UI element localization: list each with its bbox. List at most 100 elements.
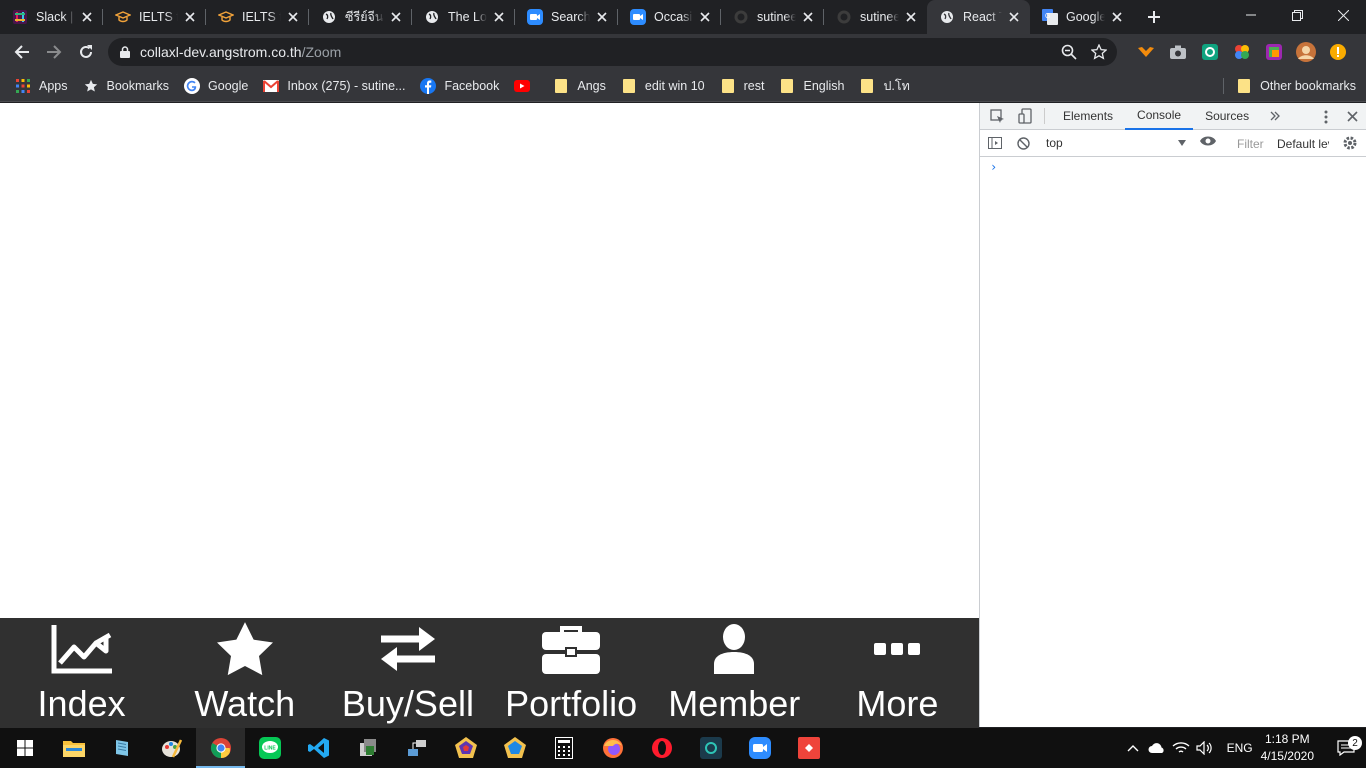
vpn-icon[interactable] — [686, 728, 735, 768]
anydesk-icon[interactable] — [784, 728, 833, 768]
eye-icon[interactable] — [1200, 135, 1216, 150]
nav-item-buy-sell[interactable]: Buy/Sell — [326, 618, 489, 728]
bookmark-youtube[interactable] — [514, 78, 538, 94]
console-prompt[interactable]: › — [980, 157, 1366, 174]
onedrive-icon[interactable] — [1145, 742, 1169, 754]
start-button[interactable] — [0, 728, 49, 768]
other-bookmarks[interactable]: Other bookmarks — [1223, 70, 1356, 101]
zoom-icon[interactable] — [735, 728, 784, 768]
app-pentagon-icon[interactable] — [441, 728, 490, 768]
nav-item-watch[interactable]: Watch — [163, 618, 326, 728]
nav-item-index[interactable]: Index — [0, 618, 163, 728]
close-window-button[interactable] — [1320, 0, 1366, 30]
browser-tab[interactable]: The Lov — [412, 0, 515, 34]
devtools-tabbar: Elements Console Sources — [980, 103, 1366, 130]
browser-tab[interactable]: ซีรีย์จีน — [309, 0, 412, 34]
wifi-icon[interactable] — [1169, 741, 1193, 755]
bookmark-facebook[interactable]: Facebook — [420, 77, 499, 94]
bookmark-folder-edit-win-10[interactable]: edit win 10 — [621, 78, 705, 94]
close-icon[interactable] — [903, 9, 919, 25]
close-icon[interactable] — [388, 9, 404, 25]
calculator-icon[interactable] — [539, 728, 588, 768]
extension-green-icon[interactable] — [1194, 38, 1226, 66]
profile-avatar[interactable] — [1290, 38, 1322, 66]
network-icon[interactable] — [392, 728, 441, 768]
extension-palette-icon[interactable] — [1258, 38, 1290, 66]
close-icon[interactable] — [285, 9, 301, 25]
context-selector[interactable]: top — [1046, 136, 1186, 150]
filter-input[interactable]: Filter — [1232, 134, 1268, 153]
extension-orange-icon[interactable] — [1130, 38, 1162, 66]
line-icon[interactable]: LINE — [245, 728, 294, 768]
vscode-icon[interactable] — [294, 728, 343, 768]
bookmark-folder-master[interactable]: ป.โท — [859, 76, 910, 96]
nav-item-member[interactable]: Member — [653, 618, 816, 728]
kebab-menu-icon[interactable] — [1312, 103, 1339, 130]
settings-gear-icon[interactable] — [1342, 135, 1358, 154]
bookmark-gmail[interactable]: Inbox (275) - sutine... — [263, 78, 405, 94]
bookmark-folder-angs[interactable]: Angs — [553, 78, 606, 94]
bookmark-google[interactable]: Google — [184, 77, 248, 94]
close-icon[interactable] — [79, 9, 95, 25]
address-bar[interactable]: collaxl-dev.angstrom.co.th/Zoom — [108, 38, 1117, 66]
browser-tab[interactable]: sutinee — [824, 0, 927, 34]
tab-elements[interactable]: Elements — [1051, 103, 1125, 130]
back-button[interactable] — [6, 38, 38, 66]
browser-tab[interactable]: IELTS fo — [103, 0, 206, 34]
more-tabs-chevron-icon[interactable] — [1261, 111, 1288, 121]
browser-tab[interactable]: Search — [515, 0, 618, 34]
browser-tab-active[interactable]: React T — [927, 0, 1030, 34]
new-tab-button[interactable] — [1139, 2, 1169, 32]
volume-icon[interactable] — [1193, 741, 1217, 755]
clock[interactable]: 1:18 PM 4/15/2020 — [1261, 731, 1314, 765]
close-icon[interactable] — [594, 9, 610, 25]
firefox-icon[interactable] — [588, 728, 637, 768]
file-explorer-icon[interactable] — [49, 728, 98, 768]
bookmark-star-icon[interactable] — [1091, 44, 1107, 60]
nav-item-more[interactable]: More — [816, 618, 979, 728]
close-icon[interactable] — [491, 9, 507, 25]
action-center-icon[interactable]: 2 — [1326, 736, 1366, 756]
tab-sources[interactable]: Sources — [1193, 103, 1261, 130]
paint-icon[interactable] — [147, 728, 196, 768]
close-icon[interactable] — [1109, 9, 1125, 25]
device-toolbar-icon[interactable] — [1011, 108, 1038, 124]
inspect-element-icon[interactable] — [984, 108, 1011, 124]
app-pentagon2-icon[interactable] — [490, 728, 539, 768]
close-devtools-icon[interactable] — [1339, 103, 1366, 130]
show-hidden-icons-chevron-icon[interactable] — [1121, 744, 1145, 752]
restore-button[interactable] — [1274, 0, 1320, 30]
forward-button[interactable] — [38, 38, 70, 66]
close-icon[interactable] — [800, 9, 816, 25]
close-icon[interactable] — [697, 9, 713, 25]
clear-console-icon[interactable] — [1010, 136, 1036, 150]
reload-button[interactable] — [70, 38, 102, 66]
tab-console[interactable]: Console — [1125, 103, 1194, 130]
teams-icon[interactable] — [343, 728, 392, 768]
bookmark-folder-rest[interactable]: rest — [720, 78, 764, 94]
zoom-magnifier-icon[interactable] — [1061, 44, 1077, 60]
folder-icon — [1236, 78, 1252, 94]
language-indicator[interactable]: ENG — [1227, 741, 1253, 755]
chrome-icon[interactable] — [196, 728, 245, 768]
browser-tab[interactable]: IELTS fo — [206, 0, 309, 34]
browser-tab[interactable]: Slack | r — [0, 0, 103, 34]
sidebar-toggle-icon[interactable] — [980, 137, 1010, 149]
camera-icon[interactable] — [1162, 38, 1194, 66]
close-icon[interactable] — [182, 9, 198, 25]
opera-icon[interactable] — [637, 728, 686, 768]
notepad-icon[interactable] — [98, 728, 147, 768]
browser-tab[interactable]: Occasio — [618, 0, 721, 34]
tab-title: sutinee — [860, 10, 899, 24]
bookmark-folder-english[interactable]: English — [779, 78, 844, 94]
extension-flower-icon[interactable] — [1226, 38, 1258, 66]
log-levels-dropdown[interactable]: Default levels — [1277, 134, 1329, 153]
update-alert-icon[interactable] — [1322, 38, 1354, 66]
browser-tab[interactable]: sutinee — [721, 0, 824, 34]
nav-item-portfolio[interactable]: Portfolio — [490, 618, 653, 728]
browser-tab[interactable]: G Google — [1030, 0, 1133, 34]
bookmark-bookmarks[interactable]: Bookmarks — [83, 78, 169, 94]
minimize-button[interactable] — [1228, 0, 1274, 30]
close-icon[interactable] — [1006, 9, 1022, 25]
bookmark-apps[interactable]: Apps — [15, 78, 68, 94]
